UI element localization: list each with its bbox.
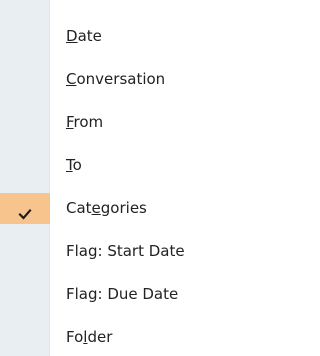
menu-item-label: Date xyxy=(66,27,102,45)
menu-item-folder[interactable]: Folder xyxy=(0,316,253,356)
checked-indicator xyxy=(0,193,50,224)
check-icon xyxy=(18,208,32,220)
menu-item-categories[interactable]: Categories xyxy=(0,187,253,230)
menu-item-label: Categories xyxy=(66,199,147,217)
menu-item-label: Flag: Start Date xyxy=(66,242,185,260)
menu-item-to[interactable]: To xyxy=(0,144,253,187)
menu-item-label: Conversation xyxy=(66,70,166,88)
menu-item-flag-due-date[interactable]: Flag: Due Date xyxy=(0,273,253,316)
menu-item-label: Flag: Due Date xyxy=(66,285,179,303)
menu-item-label: From xyxy=(66,113,104,131)
menu-item-label: To xyxy=(66,156,82,174)
arrange-by-menu: Date Conversation From To Categories Fla… xyxy=(0,0,253,356)
menu-item-from[interactable]: From xyxy=(0,101,253,144)
menu-item-conversation[interactable]: Conversation xyxy=(0,58,253,101)
menu-item-flag-start-date[interactable]: Flag: Start Date xyxy=(0,230,253,273)
menu-item-label: Folder xyxy=(66,328,113,346)
menu-item-date[interactable]: Date xyxy=(0,15,253,58)
